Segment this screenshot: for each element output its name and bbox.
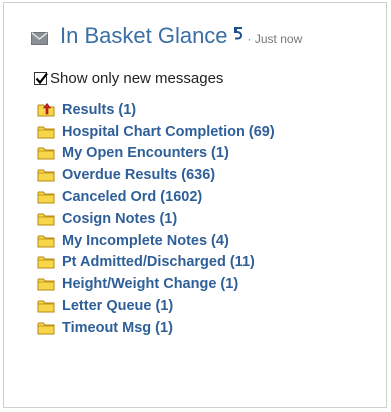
show-only-new-label: Show only new messages (50, 70, 224, 87)
folder-icon (37, 191, 55, 204)
folder-item-label: Timeout Msg (1) (62, 319, 173, 336)
folder-item-overdue-results[interactable]: Overdue Results (636) (37, 164, 275, 186)
in-basket-glance-panel: In Basket Glance · Just now Show only ne… (3, 2, 387, 408)
page-title[interactable]: In Basket Glance (60, 23, 228, 49)
folder-item-label: Letter Queue (1) (62, 298, 174, 315)
folder-item-label: Cosign Notes (1) (62, 210, 178, 227)
folder-item-cosign-notes[interactable]: Cosign Notes (1) (37, 208, 275, 230)
folder-item-label: Height/Weight Change (1) (62, 276, 239, 293)
folder-item-label: Pt Admitted/Discharged (11) (62, 254, 255, 271)
refresh-icon[interactable] (232, 26, 244, 40)
in-basket-folder-list: Results (1) Hospital Chart Completion (6… (37, 99, 275, 339)
folder-alert-icon (37, 102, 55, 117)
folder-item-label: Hospital Chart Completion (69) (62, 123, 275, 140)
folder-item-my-incomplete-notes[interactable]: My Incomplete Notes (4) (37, 230, 275, 252)
folder-item-my-open-encounters[interactable]: My Open Encounters (1) (37, 143, 275, 165)
show-only-new-checkbox-row[interactable]: Show only new messages (34, 70, 223, 87)
folder-icon (37, 278, 55, 291)
folder-item-letter-queue[interactable]: Letter Queue (1) (37, 295, 275, 317)
show-only-new-checkbox[interactable] (34, 72, 48, 85)
folder-item-pt-admitted-discharged[interactable]: Pt Admitted/Discharged (11) (37, 252, 275, 274)
folder-item-timeout-msg[interactable]: Timeout Msg (1) (37, 317, 275, 339)
folder-icon (37, 147, 55, 160)
folder-item-label: Results (1) (62, 101, 137, 118)
last-updated-timestamp: · Just now (247, 32, 303, 46)
folder-item-results[interactable]: Results (1) (37, 99, 275, 121)
folder-item-canceled-ord[interactable]: Canceled Ord (1602) (37, 186, 275, 208)
folder-item-label: Overdue Results (636) (62, 167, 216, 184)
folder-icon (37, 169, 55, 182)
checkmark-icon (35, 72, 48, 85)
folder-icon (37, 126, 55, 139)
folder-item-height-weight-change[interactable]: Height/Weight Change (1) (37, 273, 275, 295)
folder-icon (37, 322, 55, 335)
folder-icon (37, 235, 55, 248)
folder-icon (37, 256, 55, 269)
folder-item-hospital-chart-completion[interactable]: Hospital Chart Completion (69) (37, 121, 275, 143)
folder-icon (37, 213, 55, 226)
folder-item-label: My Open Encounters (1) (62, 145, 229, 162)
header: In Basket Glance · Just now (30, 23, 302, 49)
folder-icon (37, 300, 55, 313)
folder-item-label: My Incomplete Notes (4) (62, 232, 229, 249)
folder-item-label: Canceled Ord (1602) (62, 189, 203, 206)
